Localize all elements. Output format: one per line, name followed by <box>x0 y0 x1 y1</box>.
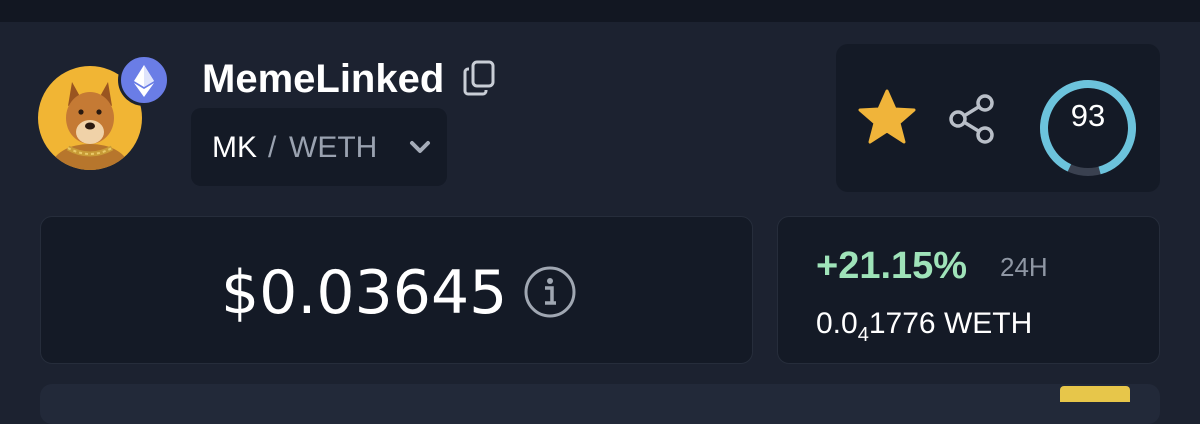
weth-price-unit: WETH <box>943 307 1033 340</box>
star-icon <box>858 89 916 144</box>
weth-price-zero-count: 4 <box>857 324 869 346</box>
weth-price-digits: 1776 <box>868 307 936 340</box>
pair-selector[interactable]: MK / WETH <box>191 108 447 186</box>
price-change-card: +21.15% 24H 0.041776 WETH <box>777 216 1160 364</box>
ethereum-icon <box>118 54 170 106</box>
favorite-button[interactable] <box>856 88 918 146</box>
top-strip <box>0 0 1200 22</box>
usd-price: $0.03645 <box>221 258 508 328</box>
next-section-accent <box>1060 386 1130 402</box>
weth-price-prefix: 0.0 <box>816 307 858 340</box>
change-percent: +21.15% <box>816 245 968 287</box>
token-actions-panel: 93 <box>836 44 1160 192</box>
chevron-down-icon <box>410 141 430 153</box>
info-icon[interactable] <box>522 264 578 320</box>
share-button[interactable] <box>944 92 1000 146</box>
copy-icon[interactable] <box>462 60 496 96</box>
next-section-card <box>40 384 1160 424</box>
pair-separator: / <box>268 131 277 164</box>
price-card: $0.03645 <box>40 216 753 364</box>
pair-base-symbol: MK <box>212 131 257 164</box>
change-period: 24H <box>1000 252 1048 282</box>
score-value: 93 <box>1070 98 1106 133</box>
token-name: MemeLinked <box>202 57 445 101</box>
share-icon <box>949 94 994 144</box>
pair-quote-symbol: WETH <box>289 131 378 164</box>
token-avatar-group <box>38 54 170 170</box>
weth-price: 0.041776 WETH <box>816 305 1032 346</box>
